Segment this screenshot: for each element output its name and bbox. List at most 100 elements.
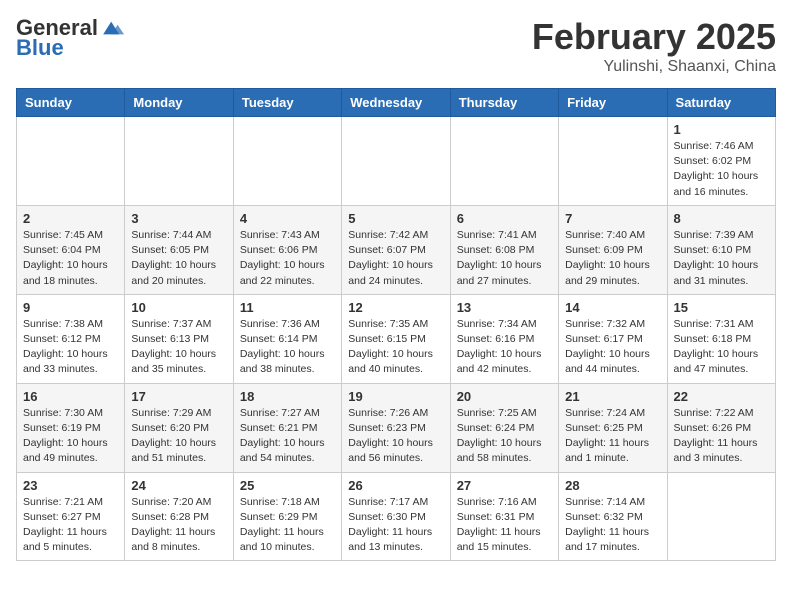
- calendar-cell: 26 Sunrise: 7:17 AM Sunset: 6:30 PM Dayli…: [342, 472, 450, 561]
- day-number: 5: [348, 211, 443, 226]
- calendar-cell: 9 Sunrise: 7:38 AM Sunset: 6:12 PM Daylig…: [17, 294, 125, 383]
- calendar-cell: [233, 117, 341, 206]
- day-number: 2: [23, 211, 118, 226]
- weekday-header-monday: Monday: [125, 89, 233, 117]
- day-number: 18: [240, 389, 335, 404]
- calendar-cell: 28 Sunrise: 7:14 AM Sunset: 6:32 PM Dayli…: [559, 472, 667, 561]
- day-info: Sunrise: 7:40 AM Sunset: 6:09 PM Dayligh…: [565, 228, 660, 289]
- calendar-week-2: 2 Sunrise: 7:45 AM Sunset: 6:04 PM Daylig…: [17, 205, 776, 294]
- day-info: Sunrise: 7:44 AM Sunset: 6:05 PM Dayligh…: [131, 228, 226, 289]
- day-number: 7: [565, 211, 660, 226]
- day-number: 9: [23, 300, 118, 315]
- day-number: 17: [131, 389, 226, 404]
- location-text: Yulinshi, Shaanxi, China: [532, 58, 776, 76]
- calendar-cell: [342, 117, 450, 206]
- weekday-header-sunday: Sunday: [17, 89, 125, 117]
- calendar-cell: 1 Sunrise: 7:46 AM Sunset: 6:02 PM Daylig…: [667, 117, 775, 206]
- calendar-table: SundayMondayTuesdayWednesdayThursdayFrid…: [16, 88, 776, 561]
- calendar-cell: [17, 117, 125, 206]
- calendar-cell: 3Sunrise: 7:44 AM Sunset: 6:05 PM Daylig…: [125, 205, 233, 294]
- calendar-cell: 17 Sunrise: 7:29 AM Sunset: 6:20 PM Dayli…: [125, 383, 233, 472]
- calendar-cell: 4 Sunrise: 7:43 AM Sunset: 6:06 PM Daylig…: [233, 205, 341, 294]
- day-info: Sunrise: 7:20 AM Sunset: 6:28 PM Dayligh…: [131, 495, 226, 556]
- day-number: 22: [674, 389, 769, 404]
- calendar-week-4: 16 Sunrise: 7:30 AM Sunset: 6:19 PM Dayli…: [17, 383, 776, 472]
- day-info: Sunrise: 7:27 AM Sunset: 6:21 PM Dayligh…: [240, 406, 335, 467]
- day-info: Sunrise: 7:32 AM Sunset: 6:17 PM Dayligh…: [565, 317, 660, 378]
- day-number: 20: [457, 389, 552, 404]
- calendar-cell: [450, 117, 558, 206]
- day-number: 23: [23, 478, 118, 493]
- day-number: 21: [565, 389, 660, 404]
- calendar-cell: [559, 117, 667, 206]
- day-info: Sunrise: 7:41 AM Sunset: 6:08 PM Dayligh…: [457, 228, 552, 289]
- day-number: 28: [565, 478, 660, 493]
- day-info: Sunrise: 7:26 AM Sunset: 6:23 PM Dayligh…: [348, 406, 443, 467]
- calendar-cell: 11 Sunrise: 7:36 AM Sunset: 6:14 PM Dayli…: [233, 294, 341, 383]
- calendar-cell: 14 Sunrise: 7:32 AM Sunset: 6:17 PM Dayli…: [559, 294, 667, 383]
- day-number: 10: [131, 300, 226, 315]
- day-info: Sunrise: 7:46 AM Sunset: 6:02 PM Dayligh…: [674, 139, 769, 200]
- page-header: General Blue February 2025 Yulinshi, Sha…: [16, 16, 776, 76]
- day-info: Sunrise: 7:29 AM Sunset: 6:20 PM Dayligh…: [131, 406, 226, 467]
- calendar-cell: 10 Sunrise: 7:37 AM Sunset: 6:13 PM Dayli…: [125, 294, 233, 383]
- calendar-week-3: 9 Sunrise: 7:38 AM Sunset: 6:12 PM Daylig…: [17, 294, 776, 383]
- weekday-header-row: SundayMondayTuesdayWednesdayThursdayFrid…: [17, 89, 776, 117]
- day-number: 16: [23, 389, 118, 404]
- day-info: Sunrise: 7:22 AM Sunset: 6:26 PM Dayligh…: [674, 406, 769, 467]
- day-info: Sunrise: 7:36 AM Sunset: 6:14 PM Dayligh…: [240, 317, 335, 378]
- month-title: February 2025: [532, 16, 776, 58]
- weekday-header-saturday: Saturday: [667, 89, 775, 117]
- weekday-header-tuesday: Tuesday: [233, 89, 341, 117]
- day-info: Sunrise: 7:18 AM Sunset: 6:29 PM Dayligh…: [240, 495, 335, 556]
- day-info: Sunrise: 7:37 AM Sunset: 6:13 PM Dayligh…: [131, 317, 226, 378]
- calendar-cell: 7 Sunrise: 7:40 AM Sunset: 6:09 PM Daylig…: [559, 205, 667, 294]
- day-number: 14: [565, 300, 660, 315]
- calendar-cell: 16 Sunrise: 7:30 AM Sunset: 6:19 PM Dayli…: [17, 383, 125, 472]
- calendar-cell: 23 Sunrise: 7:21 AM Sunset: 6:27 PM Dayli…: [17, 472, 125, 561]
- day-info: Sunrise: 7:39 AM Sunset: 6:10 PM Dayligh…: [674, 228, 769, 289]
- calendar-cell: [667, 472, 775, 561]
- logo-icon: [100, 16, 124, 40]
- day-info: Sunrise: 7:38 AM Sunset: 6:12 PM Dayligh…: [23, 317, 118, 378]
- calendar-cell: 24Sunrise: 7:20 AM Sunset: 6:28 PM Dayli…: [125, 472, 233, 561]
- day-number: 6: [457, 211, 552, 226]
- calendar-cell: 25 Sunrise: 7:18 AM Sunset: 6:29 PM Dayli…: [233, 472, 341, 561]
- day-number: 26: [348, 478, 443, 493]
- weekday-header-friday: Friday: [559, 89, 667, 117]
- weekday-header-wednesday: Wednesday: [342, 89, 450, 117]
- calendar-cell: 18 Sunrise: 7:27 AM Sunset: 6:21 PM Dayli…: [233, 383, 341, 472]
- calendar-cell: 19 Sunrise: 7:26 AM Sunset: 6:23 PM Dayli…: [342, 383, 450, 472]
- day-info: Sunrise: 7:14 AM Sunset: 6:32 PM Dayligh…: [565, 495, 660, 556]
- day-number: 19: [348, 389, 443, 404]
- calendar-cell: 20 Sunrise: 7:25 AM Sunset: 6:24 PM Dayli…: [450, 383, 558, 472]
- logo: General Blue: [16, 16, 124, 60]
- weekday-header-thursday: Thursday: [450, 89, 558, 117]
- title-area: February 2025 Yulinshi, Shaanxi, China: [532, 16, 776, 76]
- calendar-week-1: 1 Sunrise: 7:46 AM Sunset: 6:02 PM Daylig…: [17, 117, 776, 206]
- day-info: Sunrise: 7:25 AM Sunset: 6:24 PM Dayligh…: [457, 406, 552, 467]
- day-info: Sunrise: 7:34 AM Sunset: 6:16 PM Dayligh…: [457, 317, 552, 378]
- calendar-cell: 12 Sunrise: 7:35 AM Sunset: 6:15 PM Dayli…: [342, 294, 450, 383]
- calendar-cell: 5Sunrise: 7:42 AM Sunset: 6:07 PM Daylig…: [342, 205, 450, 294]
- day-number: 15: [674, 300, 769, 315]
- day-number: 1: [674, 122, 769, 137]
- day-info: Sunrise: 7:21 AM Sunset: 6:27 PM Dayligh…: [23, 495, 118, 556]
- day-number: 8: [674, 211, 769, 226]
- day-info: Sunrise: 7:24 AM Sunset: 6:25 PM Dayligh…: [565, 406, 660, 467]
- day-info: Sunrise: 7:35 AM Sunset: 6:15 PM Dayligh…: [348, 317, 443, 378]
- day-number: 11: [240, 300, 335, 315]
- calendar-cell: 13 Sunrise: 7:34 AM Sunset: 6:16 PM Dayli…: [450, 294, 558, 383]
- day-number: 25: [240, 478, 335, 493]
- day-info: Sunrise: 7:17 AM Sunset: 6:30 PM Dayligh…: [348, 495, 443, 556]
- day-info: Sunrise: 7:43 AM Sunset: 6:06 PM Dayligh…: [240, 228, 335, 289]
- calendar-cell: 6 Sunrise: 7:41 AM Sunset: 6:08 PM Daylig…: [450, 205, 558, 294]
- day-number: 12: [348, 300, 443, 315]
- day-number: 4: [240, 211, 335, 226]
- calendar-cell: 2 Sunrise: 7:45 AM Sunset: 6:04 PM Daylig…: [17, 205, 125, 294]
- calendar-cell: 8 Sunrise: 7:39 AM Sunset: 6:10 PM Daylig…: [667, 205, 775, 294]
- day-info: Sunrise: 7:30 AM Sunset: 6:19 PM Dayligh…: [23, 406, 118, 467]
- calendar-week-5: 23 Sunrise: 7:21 AM Sunset: 6:27 PM Dayli…: [17, 472, 776, 561]
- day-number: 13: [457, 300, 552, 315]
- day-info: Sunrise: 7:45 AM Sunset: 6:04 PM Dayligh…: [23, 228, 118, 289]
